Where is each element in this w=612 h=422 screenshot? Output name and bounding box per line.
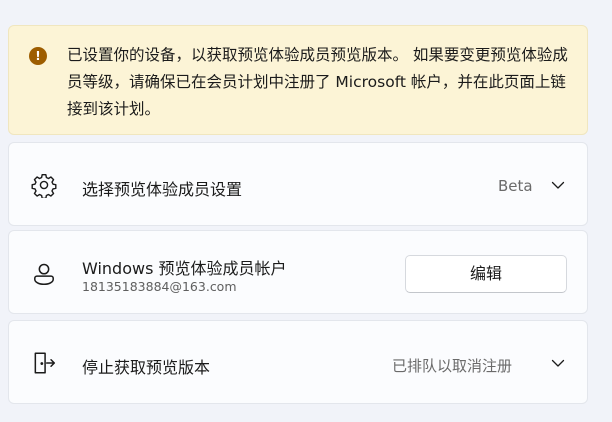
chevron-down-icon[interactable]: [550, 177, 566, 193]
stop-preview-title: 停止获取预览版本: [82, 358, 211, 377]
warning-icon: !: [29, 47, 47, 65]
chevron-down-icon[interactable]: [550, 355, 566, 371]
person-icon: [31, 261, 57, 287]
unenroll-status-value: 已排队以取消注册: [392, 357, 513, 375]
insider-channel-value: Beta: [498, 177, 533, 195]
exit-icon: [31, 350, 57, 376]
insider-settings-card[interactable]: 选择预览体验成员设置 Beta: [8, 142, 588, 226]
insider-settings-title: 选择预览体验成员设置: [82, 180, 243, 199]
edit-account-button[interactable]: 编辑: [405, 255, 567, 293]
banner-message: 已设置你的设备，以获取预览体验成员预览版本。 如果要变更预览体验成员等级，请确保…: [67, 46, 568, 118]
insider-account-card: Windows 预览体验成员帐户 18135183884@163.com 编辑: [8, 230, 588, 314]
insider-info-banner: ! 已设置你的设备，以获取预览体验成员预览版本。 如果要变更预览体验成员等级，请…: [8, 25, 588, 135]
account-title: Windows 预览体验成员帐户: [82, 259, 287, 278]
gear-icon: [31, 172, 57, 198]
account-email: 18135183884@163.com: [82, 279, 237, 294]
stop-preview-card[interactable]: 停止获取预览版本 已排队以取消注册: [8, 320, 588, 404]
